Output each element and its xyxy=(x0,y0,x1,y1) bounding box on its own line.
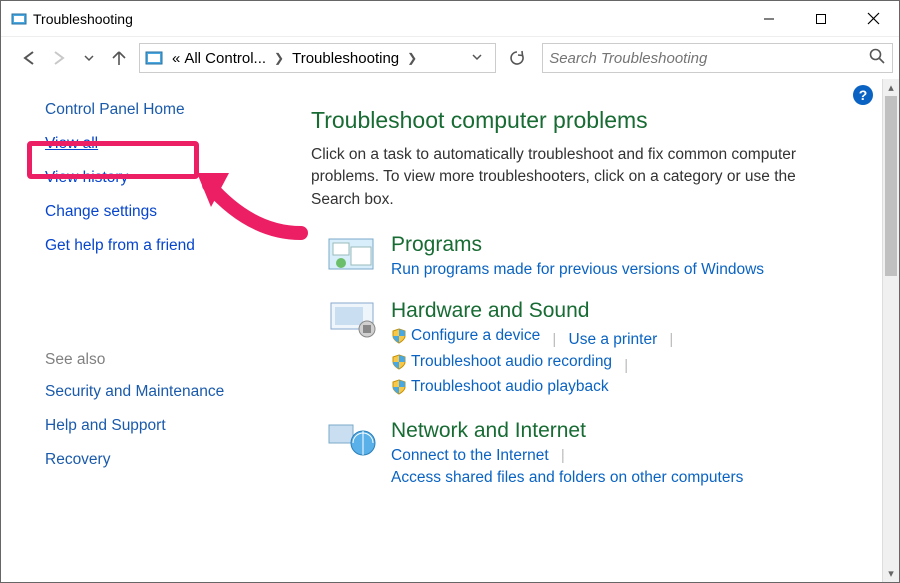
scroll-down-icon[interactable]: ▾ xyxy=(883,565,899,582)
category-network-internet: Network and Internet Connect to the Inte… xyxy=(327,419,869,487)
sidebar-item-view-history[interactable]: View history xyxy=(45,169,311,187)
maximize-button[interactable] xyxy=(795,1,847,36)
category-title-network[interactable]: Network and Internet xyxy=(391,419,869,443)
link-troubleshoot-audio-playback[interactable]: Troubleshoot audio playback xyxy=(391,378,609,396)
sidebar-item-recovery[interactable]: Recovery xyxy=(45,451,311,469)
window-root: Troubleshooting « All Control... ❯ Troub… xyxy=(0,0,900,583)
chevron-right-icon[interactable]: ❯ xyxy=(401,51,423,65)
breadcrumb-part-1[interactable]: All Control... xyxy=(182,50,268,67)
link-use-printer[interactable]: Use a printer xyxy=(569,331,658,349)
divider: | xyxy=(669,331,673,348)
divider: | xyxy=(561,447,565,464)
page-heading: Troubleshoot computer problems xyxy=(311,107,869,134)
close-button[interactable] xyxy=(847,1,899,36)
programs-icon xyxy=(327,233,377,275)
link-connect-internet[interactable]: Connect to the Internet xyxy=(391,447,549,465)
main-pane: Troubleshoot computer problems Click on … xyxy=(311,79,899,582)
sidebar-item-security[interactable]: Security and Maintenance xyxy=(45,383,311,401)
link-run-programs-previous-windows[interactable]: Run programs made for previous versions … xyxy=(391,261,764,279)
recent-dropdown[interactable] xyxy=(75,44,103,72)
up-button[interactable] xyxy=(105,44,133,72)
shield-icon xyxy=(391,379,407,395)
scrollbar-thumb[interactable] xyxy=(885,96,897,276)
category-title-hardware[interactable]: Hardware and Sound xyxy=(391,299,869,323)
forward-button[interactable] xyxy=(45,44,73,72)
left-pane: Control Panel Home View all View history… xyxy=(1,79,311,582)
address-bar[interactable]: « All Control... ❯ Troubleshooting ❯ xyxy=(139,43,496,73)
breadcrumb-root[interactable]: « xyxy=(170,50,182,67)
category-hardware-sound: Hardware and Sound Configure a device | … xyxy=(327,299,869,399)
search-icon[interactable] xyxy=(868,47,886,69)
navigation-bar: « All Control... ❯ Troubleshooting ❯ xyxy=(1,37,899,79)
link-troubleshoot-audio-recording[interactable]: Troubleshoot audio recording xyxy=(391,353,612,371)
divider: | xyxy=(624,357,628,374)
help-icon[interactable]: ? xyxy=(853,85,873,105)
divider: | xyxy=(552,331,556,348)
sidebar-item-get-help[interactable]: Get help from a friend xyxy=(45,237,311,255)
link-access-shared-files[interactable]: Access shared files and folders on other… xyxy=(391,469,743,487)
search-box[interactable] xyxy=(542,43,893,73)
sidebar-item-help-support[interactable]: Help and Support xyxy=(45,417,311,435)
window-title: Troubleshooting xyxy=(33,11,743,27)
scroll-up-icon[interactable]: ▴ xyxy=(883,79,899,96)
see-also-label: See also xyxy=(45,351,311,369)
minimize-button[interactable] xyxy=(743,1,795,36)
shield-icon xyxy=(391,354,407,370)
sidebar-item-change-settings[interactable]: Change settings xyxy=(45,203,311,221)
category-title-programs[interactable]: Programs xyxy=(391,233,869,257)
vertical-scrollbar[interactable]: ▴ ▾ xyxy=(882,79,899,582)
app-icon xyxy=(11,11,27,27)
category-programs: Programs Run programs made for previous … xyxy=(327,233,869,279)
content-area: ? Control Panel Home View all View histo… xyxy=(1,79,899,582)
window-controls xyxy=(743,1,899,36)
shield-icon xyxy=(391,328,407,344)
titlebar: Troubleshooting xyxy=(1,1,899,37)
link-configure-device[interactable]: Configure a device xyxy=(391,327,540,345)
chevron-right-icon[interactable]: ❯ xyxy=(268,51,290,65)
search-input[interactable] xyxy=(549,50,868,67)
sidebar-item-view-all[interactable]: View all xyxy=(45,135,98,152)
page-description: Click on a task to automatically trouble… xyxy=(311,144,831,211)
hardware-icon xyxy=(327,299,377,341)
control-panel-icon xyxy=(144,48,164,68)
control-panel-home-link[interactable]: Control Panel Home xyxy=(45,101,311,119)
breadcrumb-part-2[interactable]: Troubleshooting xyxy=(290,50,401,67)
back-button[interactable] xyxy=(15,44,43,72)
network-icon xyxy=(327,419,377,461)
address-dropdown-icon[interactable] xyxy=(463,50,491,67)
refresh-button[interactable] xyxy=(502,43,532,73)
